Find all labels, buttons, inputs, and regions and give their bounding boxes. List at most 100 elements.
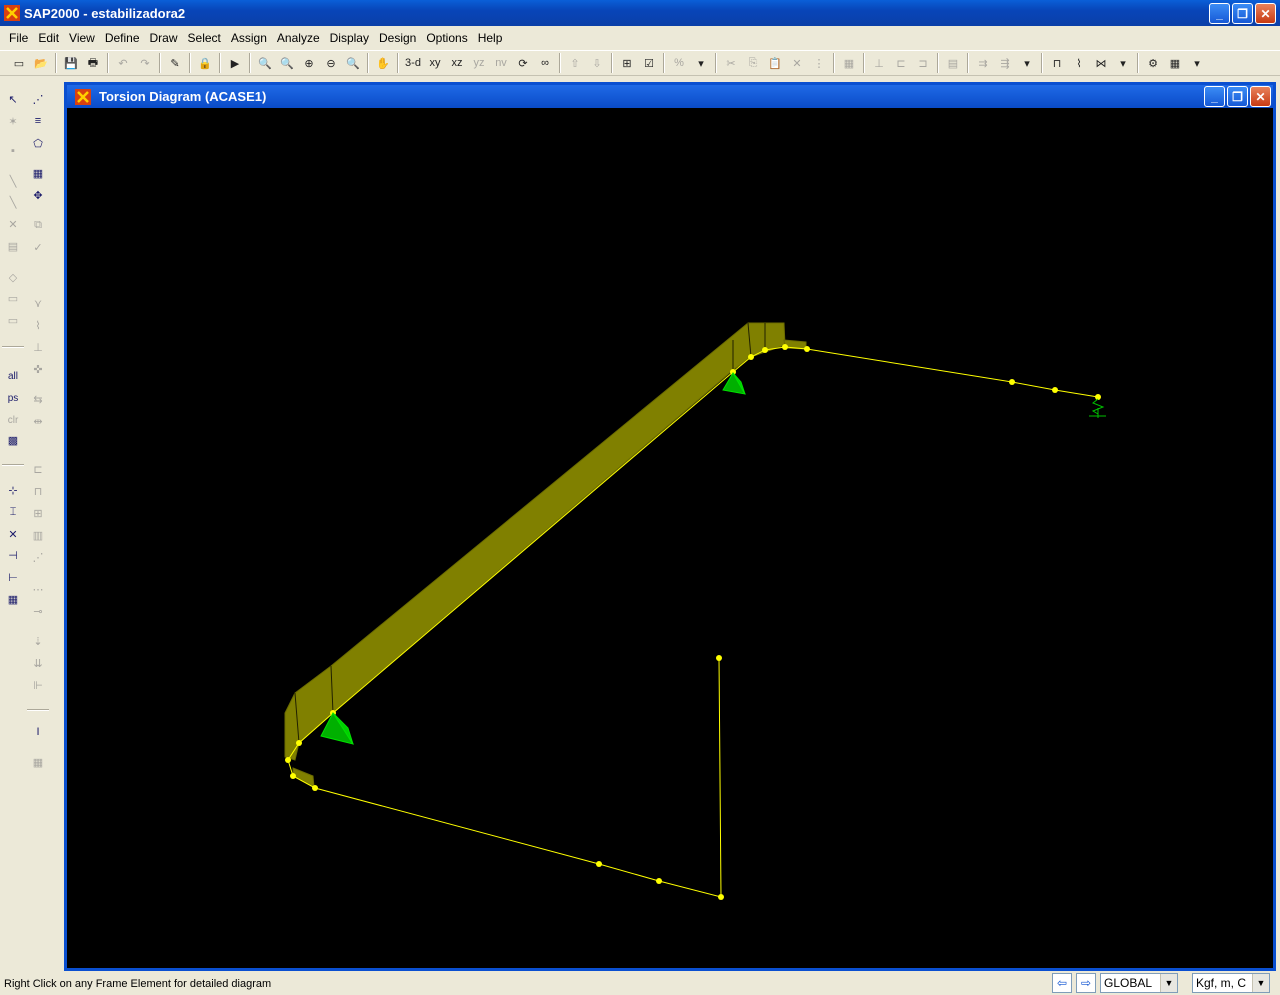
copy-icon[interactable]: ⎘ [742,52,764,74]
joint-point[interactable] [312,785,318,791]
joint-load-icon[interactable]: ⇣ [28,631,48,651]
temperature-load-icon[interactable]: ⊩ [28,675,48,695]
open-icon[interactable]: 📂 [30,52,52,74]
view-3d-button[interactable]: 3-d [402,52,424,74]
rotate-view-icon[interactable]: ⟳ [512,52,534,74]
paste-icon[interactable]: 📋 [764,52,786,74]
quick-draw-area-icon[interactable]: ▭ [3,310,23,330]
assign-icon[interactable]: ✓ [28,237,48,257]
menu-file[interactable]: File [4,31,33,45]
menu-assign[interactable]: Assign [226,31,272,45]
quick-draw-frame-icon[interactable]: ╲ [3,192,23,212]
zoom-window-icon[interactable]: 🔍 [254,52,276,74]
link-property-icon[interactable]: ⊸ [28,601,48,621]
redo-icon[interactable]: ↷ [134,52,156,74]
area-icon[interactable]: ▤ [942,52,964,74]
snap-intersections-icon[interactable]: ✕ [3,524,23,544]
show-stress-icon[interactable]: ⋈ [1090,52,1112,74]
section-designer-icon[interactable]: I [28,722,48,742]
select-region-icon[interactable]: ⊞ [616,52,638,74]
zoom-in-icon[interactable]: ⊕ [298,52,320,74]
units-select[interactable]: Kgf, m, C ▼ [1192,973,1270,993]
delete-icon[interactable]: ✕ [786,52,808,74]
menu-help[interactable]: Help [473,31,508,45]
dropdown-arrow-icon[interactable]: ▾ [690,52,712,74]
joint-point[interactable] [1009,379,1015,385]
menu-display[interactable]: Display [325,31,374,45]
line-display-icon[interactable]: ≡ [28,111,48,131]
display-tables-icon[interactable]: ▦ [1164,52,1186,74]
set-display-icon[interactable]: ⋰ [28,89,48,109]
release-icon[interactable]: ⊐ [912,52,934,74]
local-axes-icon[interactable]: ⊏ [28,459,48,479]
shrink-icon[interactable]: ⬠ [28,133,48,153]
dropdown-arrow-icon[interactable]: ▾ [1112,52,1134,74]
minimize-button[interactable]: _ [1209,3,1230,24]
snap-perpendicular-icon[interactable]: ⊣ [3,545,23,565]
snap-joints-icon[interactable]: ⊹ [3,480,23,500]
draw-frame-icon[interactable]: ╲ [3,171,23,191]
run-analysis-icon[interactable]: ▶ [224,52,246,74]
axes-icon[interactable]: ✥ [28,185,48,205]
refresh-pencil-icon[interactable]: ✎ [164,52,186,74]
frame-element-line[interactable] [732,346,1099,398]
lock-icon[interactable]: 🔒 [194,52,216,74]
menu-select[interactable]: Select [183,31,226,45]
model-canvas[interactable] [67,108,1273,968]
view-xy-button[interactable]: xy [424,52,446,74]
area-section-icon[interactable]: ▦ [28,752,48,772]
insertion-point-icon[interactable]: ⊓ [28,481,48,501]
joint-point[interactable] [296,740,302,746]
design-icon[interactable]: ⚙ [1142,52,1164,74]
clear-selection-button[interactable]: clr [3,410,23,430]
menu-define[interactable]: Define [100,31,145,45]
new-model-icon[interactable]: ▭ [8,52,30,74]
next-arrow-icon[interactable]: ⇨ [1076,973,1096,993]
pan-icon[interactable]: ✋ [372,52,394,74]
restore-button[interactable]: ❐ [1232,3,1253,24]
joint-restraint-icon[interactable]: ⊥ [868,52,890,74]
menu-design[interactable]: Design [374,31,421,45]
select-all-button[interactable]: all [3,366,23,386]
spring-icon[interactable]: ⌇ [28,315,48,335]
joint-point[interactable] [716,655,722,661]
child-close-button[interactable]: ✕ [1250,86,1271,107]
show-forces-icon[interactable]: ⌇ [1068,52,1090,74]
cut-icon[interactable]: ✂ [720,52,742,74]
menu-view[interactable]: View [64,31,100,45]
area-load-icon[interactable]: ⇶ [994,52,1016,74]
zoom-previous-icon[interactable]: 🔍 [342,52,364,74]
reshape-icon[interactable]: ✶ [3,111,23,131]
frame-section-icon[interactable]: ⊏ [890,52,912,74]
menu-options[interactable]: Options [421,31,472,45]
joint-point[interactable] [718,894,724,900]
joint-mass-icon[interactable]: ⊥ [28,337,48,357]
check-icon[interactable]: ☑ [638,52,660,74]
joint-point[interactable] [290,773,296,779]
snap-endpoints-icon[interactable]: ⌶ [3,502,23,522]
dropdown-arrow-icon[interactable]: ▾ [1016,52,1038,74]
save-icon[interactable]: 💾 [60,52,82,74]
undo-icon[interactable]: ↶ [112,52,134,74]
pointer-icon[interactable]: ↖ [3,89,23,109]
menu-draw[interactable]: Draw [145,31,183,45]
snap-lines-icon[interactable]: ⊢ [3,567,23,587]
link-icon[interactable]: ⋯ [28,579,48,599]
coordinate-system-select[interactable]: GLOBAL ▼ [1100,973,1178,993]
grid-icon[interactable]: ▦ [838,52,860,74]
view-xz-button[interactable]: xz [446,52,468,74]
joint-point[interactable] [656,878,662,884]
joint-point[interactable] [596,861,602,867]
draw-secondary-icon[interactable]: ▤ [3,236,23,256]
draw-rect-area-icon[interactable]: ▭ [3,288,23,308]
load-icon[interactable]: ⇉ [972,52,994,74]
previous-arrow-icon[interactable]: ⇦ [1052,973,1072,993]
joint-point[interactable] [762,347,768,353]
child-minimize-button[interactable]: _ [1204,86,1225,107]
view-nv-button[interactable]: nv [490,52,512,74]
copy-area-icon[interactable]: ⧉ [28,215,48,235]
zoom-restore-icon[interactable]: 🔍 [276,52,298,74]
torsion-diagram-drawing[interactable] [67,108,1273,968]
chevron-down-icon[interactable]: ▼ [1252,974,1269,992]
joint-point[interactable] [285,757,291,763]
